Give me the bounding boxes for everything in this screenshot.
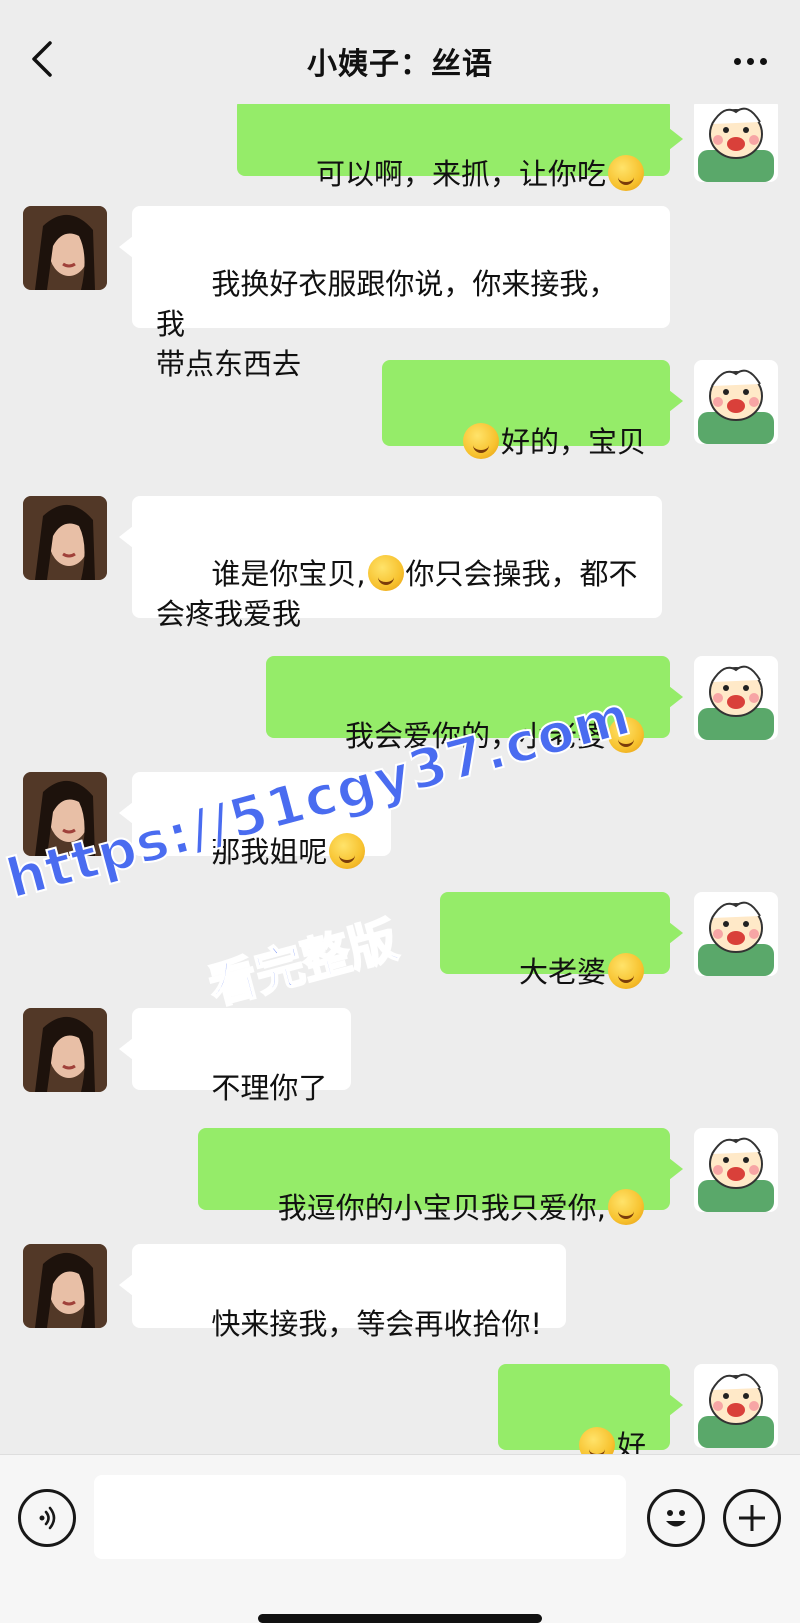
chevron-left-icon xyxy=(32,41,52,77)
message-bubble-outgoing[interactable]: 大老婆 xyxy=(439,892,684,989)
grinning-sweat-emoji xyxy=(462,423,499,459)
message-text: 好 xyxy=(616,1429,646,1454)
avatar-self[interactable] xyxy=(694,1364,778,1448)
message-text: 那我姐呢 xyxy=(211,835,328,869)
message-text: 我会爱你的，小老婆 xyxy=(344,719,606,753)
more-button[interactable] xyxy=(722,36,778,86)
unamused-emoji xyxy=(367,555,404,591)
emoji-button[interactable] xyxy=(647,1489,705,1547)
chat-header: 小姨子：丝语 xyxy=(0,0,800,104)
input-bar xyxy=(0,1454,800,1623)
avatar-contact[interactable] xyxy=(23,772,107,856)
message-text: 快来接我，等会再收拾你! xyxy=(211,1307,542,1341)
message-bubble-outgoing[interactable]: 可以啊，来抓，让你吃 xyxy=(236,104,684,191)
message-bubble-outgoing[interactable]: 好的，宝贝 xyxy=(381,360,684,459)
message-bubble-incoming[interactable]: 那我姐呢 xyxy=(118,772,392,869)
message-list[interactable]: 可以啊，来抓，让你吃 我换好衣服跟你说，你来接我，我 带点东西去 好的，宝贝 谁… xyxy=(0,104,800,1454)
message-bubble-incoming[interactable]: 不理你了 xyxy=(118,1008,352,1105)
home-indicator[interactable] xyxy=(258,1614,542,1623)
chat-title: 小姨子：丝语 xyxy=(307,47,493,82)
plus-icon xyxy=(739,1505,765,1531)
avatar-contact[interactable] xyxy=(23,206,107,290)
grin-emoji xyxy=(608,953,644,989)
ok-hand-emoji xyxy=(578,1427,615,1454)
message-bubble-outgoing[interactable]: 我逗你的小宝贝我只爱你, xyxy=(198,1128,683,1225)
smiley-icon xyxy=(666,1510,686,1527)
voice-icon xyxy=(39,1506,56,1530)
grinning-squint-emoji xyxy=(608,717,644,753)
voice-button[interactable] xyxy=(18,1489,76,1547)
message-bubble-outgoing[interactable]: 我会爱你的，小老婆 xyxy=(265,656,684,753)
avatar-contact[interactable] xyxy=(23,1008,107,1092)
message-bubble-incoming[interactable]: 快来接我，等会再收拾你! xyxy=(119,1244,566,1341)
message-bubble-outgoing[interactable]: 好 xyxy=(497,1364,684,1454)
message-text: 好的，宝贝 xyxy=(500,425,646,459)
hand-over-mouth-emoji xyxy=(608,155,644,191)
message-bubble-incoming[interactable]: 谁是你宝贝, 你只会操我，都不 会疼我爱我 xyxy=(119,496,662,631)
plus-button[interactable] xyxy=(723,1489,781,1547)
more-dot xyxy=(746,57,754,65)
avatar-contact[interactable] xyxy=(23,496,107,580)
back-button[interactable] xyxy=(18,34,68,84)
more-horizontal-icon xyxy=(733,57,741,65)
message-text: 我逗你的小宝贝我只爱你, xyxy=(277,1191,606,1225)
avatar-self[interactable] xyxy=(694,1128,778,1212)
message-text: 谁是你宝贝, xyxy=(211,557,366,591)
avatar-self[interactable] xyxy=(694,360,778,444)
message-input[interactable] xyxy=(94,1475,626,1559)
message-text: 不理你了 xyxy=(211,1071,328,1105)
avatar-self[interactable] xyxy=(694,892,778,976)
message-bubble-incoming[interactable]: 我换好衣服跟你说，你来接我，我 带点东西去 xyxy=(119,206,670,381)
avatar-self[interactable] xyxy=(694,656,778,740)
worried-emoji xyxy=(329,833,366,869)
kissing-emoji xyxy=(608,1189,644,1225)
avatar-contact[interactable] xyxy=(23,1244,107,1328)
message-text: 可以啊，来抓，让你吃 xyxy=(315,157,606,191)
more-dot xyxy=(759,57,767,65)
avatar-self[interactable] xyxy=(694,104,778,182)
message-text: 大老婆 xyxy=(518,955,606,989)
